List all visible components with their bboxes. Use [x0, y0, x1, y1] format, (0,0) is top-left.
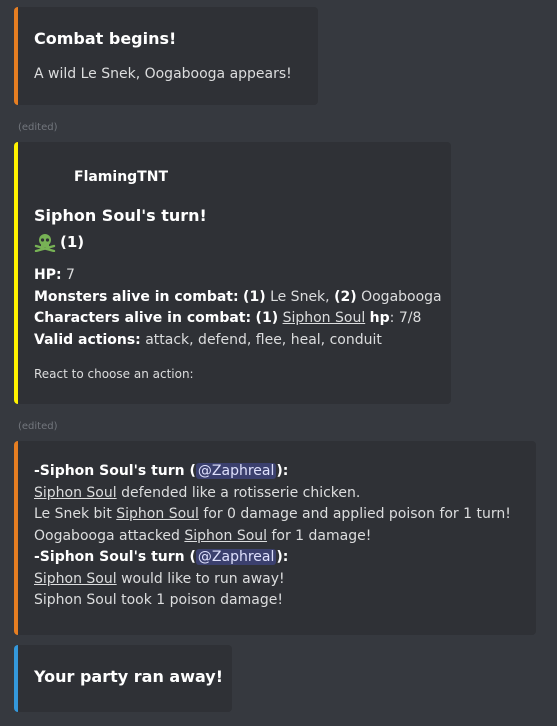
log-line: Oogabooga attacked Siphon Soul for 1 dam… — [34, 527, 372, 544]
status-count: (1) — [60, 233, 85, 251]
character-link[interactable]: Siphon Soul — [184, 528, 267, 544]
characters-line: Characters alive in combat: (1) Siphon S… — [34, 310, 422, 326]
embed-description: A wild Le Snek, Oogabooga appears! — [34, 66, 292, 82]
embed-title: Your party ran away! — [34, 667, 224, 686]
character-index: 1 — [261, 310, 272, 326]
ran-away-embed: Your party ran away! — [14, 645, 232, 712]
characters-label: Characters alive in combat: — [34, 310, 252, 326]
log-line: Siphon Soul took 1 poison damage! — [34, 592, 283, 608]
actions-label: Valid actions: — [34, 331, 141, 348]
character-link[interactable]: Siphon Soul — [116, 506, 199, 522]
monster-index: 2 — [340, 288, 351, 305]
log-line: Le Snek bit Siphon Soul for 0 damage and… — [34, 506, 511, 522]
hp-label: HP: — [34, 267, 62, 283]
monsters-label: Monsters alive in combat: — [34, 288, 239, 305]
actions-line: Valid actions: attack, defend, flee, hea… — [34, 330, 449, 352]
embed-title: Siphon Soul's turn! — [34, 206, 207, 225]
combat-log-embed: -Siphon Soul's turn (@Zaphreal): Siphon … — [14, 441, 536, 635]
combat-stats: HP: 7 Monsters alive in combat: (1) Le S… — [34, 265, 449, 351]
log-line: Siphon Soul would like to run away! — [34, 570, 285, 587]
skull-crossbones-icon — [34, 232, 56, 253]
monster-index: 1 — [249, 288, 260, 305]
log-line: Siphon Soul defended like a rotisserie c… — [34, 484, 361, 501]
combat-log: -Siphon Soul's turn (@Zaphreal): Siphon … — [34, 461, 534, 612]
monsters-line: Monsters alive in combat: (1) Le Snek, (… — [34, 288, 442, 305]
character-link[interactable]: Siphon Soul — [34, 571, 117, 587]
edited-label: (edited) — [18, 421, 58, 432]
user-mention[interactable]: @Zaphreal — [195, 463, 277, 479]
turn-header: -Siphon Soul's turn (@Zaphreal): — [34, 549, 289, 565]
combat-begins-embed: Combat begins! A wild Le Snek, Oogabooga… — [14, 7, 318, 105]
actions-list: attack, defend, flee, heal, conduit — [145, 331, 382, 348]
turn-embed: FlamingTNT Siphon Soul's turn! (1) HP: 7 — [14, 142, 451, 404]
hp-value: 7 — [66, 267, 75, 283]
status-line: (1) — [34, 232, 85, 253]
character-link[interactable]: Siphon Soul — [283, 310, 366, 326]
turn-header: -Siphon Soul's turn (@Zaphreal): — [34, 463, 289, 479]
user-mention[interactable]: @Zaphreal — [195, 549, 277, 565]
character-hp: 7/8 — [398, 310, 422, 326]
character-hp-label: hp — [369, 310, 390, 326]
edited-label: (edited) — [18, 122, 58, 133]
character-link[interactable]: Siphon Soul — [34, 485, 117, 501]
embed-author[interactable]: FlamingTNT — [74, 169, 168, 185]
hp-line: HP: 7 — [34, 265, 449, 287]
monster-name: Le Snek — [270, 288, 326, 305]
embed-title: Combat begins! — [34, 29, 177, 48]
action-prompt: React to choose an action: — [34, 367, 194, 381]
monster-name: Oogabooga — [361, 288, 442, 305]
chat-page: Combat begins! A wild Le Snek, Oogabooga… — [0, 0, 557, 726]
